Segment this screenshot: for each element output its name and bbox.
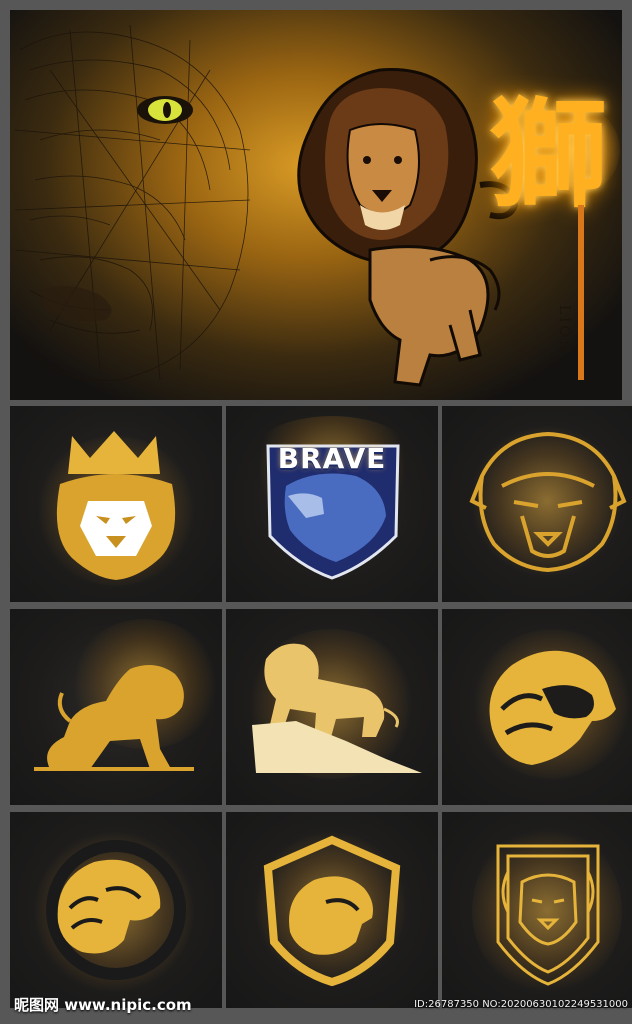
hero-panel: 獅 LION <box>10 10 622 400</box>
ornate-shield-lion-logo <box>496 844 600 986</box>
shield-lion-logo <box>263 835 401 987</box>
hero-chinese-title: 獅 <box>488 85 607 224</box>
brave-shield-logo <box>266 444 400 580</box>
tile-crowned-lion <box>10 406 222 602</box>
sketch-nose <box>40 286 112 322</box>
watermark-site: 昵图网 www.nipic.com <box>14 996 192 1014</box>
lion-on-rock-logo <box>252 643 422 773</box>
tile-lion-profile <box>442 609 632 805</box>
tile-walking-lion <box>10 609 222 805</box>
hero-brush-stroke <box>578 205 584 380</box>
line-lion-head-logo <box>469 431 627 573</box>
hero-english-label: LION <box>556 304 572 356</box>
circle-lion-logo <box>46 840 186 980</box>
tile-brave-shield: BRAVE <box>226 406 438 602</box>
tile-lion-on-rock <box>226 609 438 805</box>
brave-title: BRAVE <box>277 442 387 475</box>
sketch-lion-face <box>14 24 251 381</box>
poster: 獅 LION BRAVE 昵图网 www.nipic.com ID:267873… <box>0 0 632 1024</box>
crowned-lion-logo <box>56 431 176 580</box>
tile-circle-lion <box>10 812 222 1008</box>
watermark-id: ID:26787350 NO:20200630102249531000 <box>414 999 628 1010</box>
tile-ornate-shield-lion <box>442 812 632 1008</box>
tile-line-lion-head <box>442 406 632 602</box>
lion-profile-logo <box>489 650 616 765</box>
tile-shield-lion <box>226 812 438 1008</box>
walking-lion-logo <box>34 665 194 771</box>
